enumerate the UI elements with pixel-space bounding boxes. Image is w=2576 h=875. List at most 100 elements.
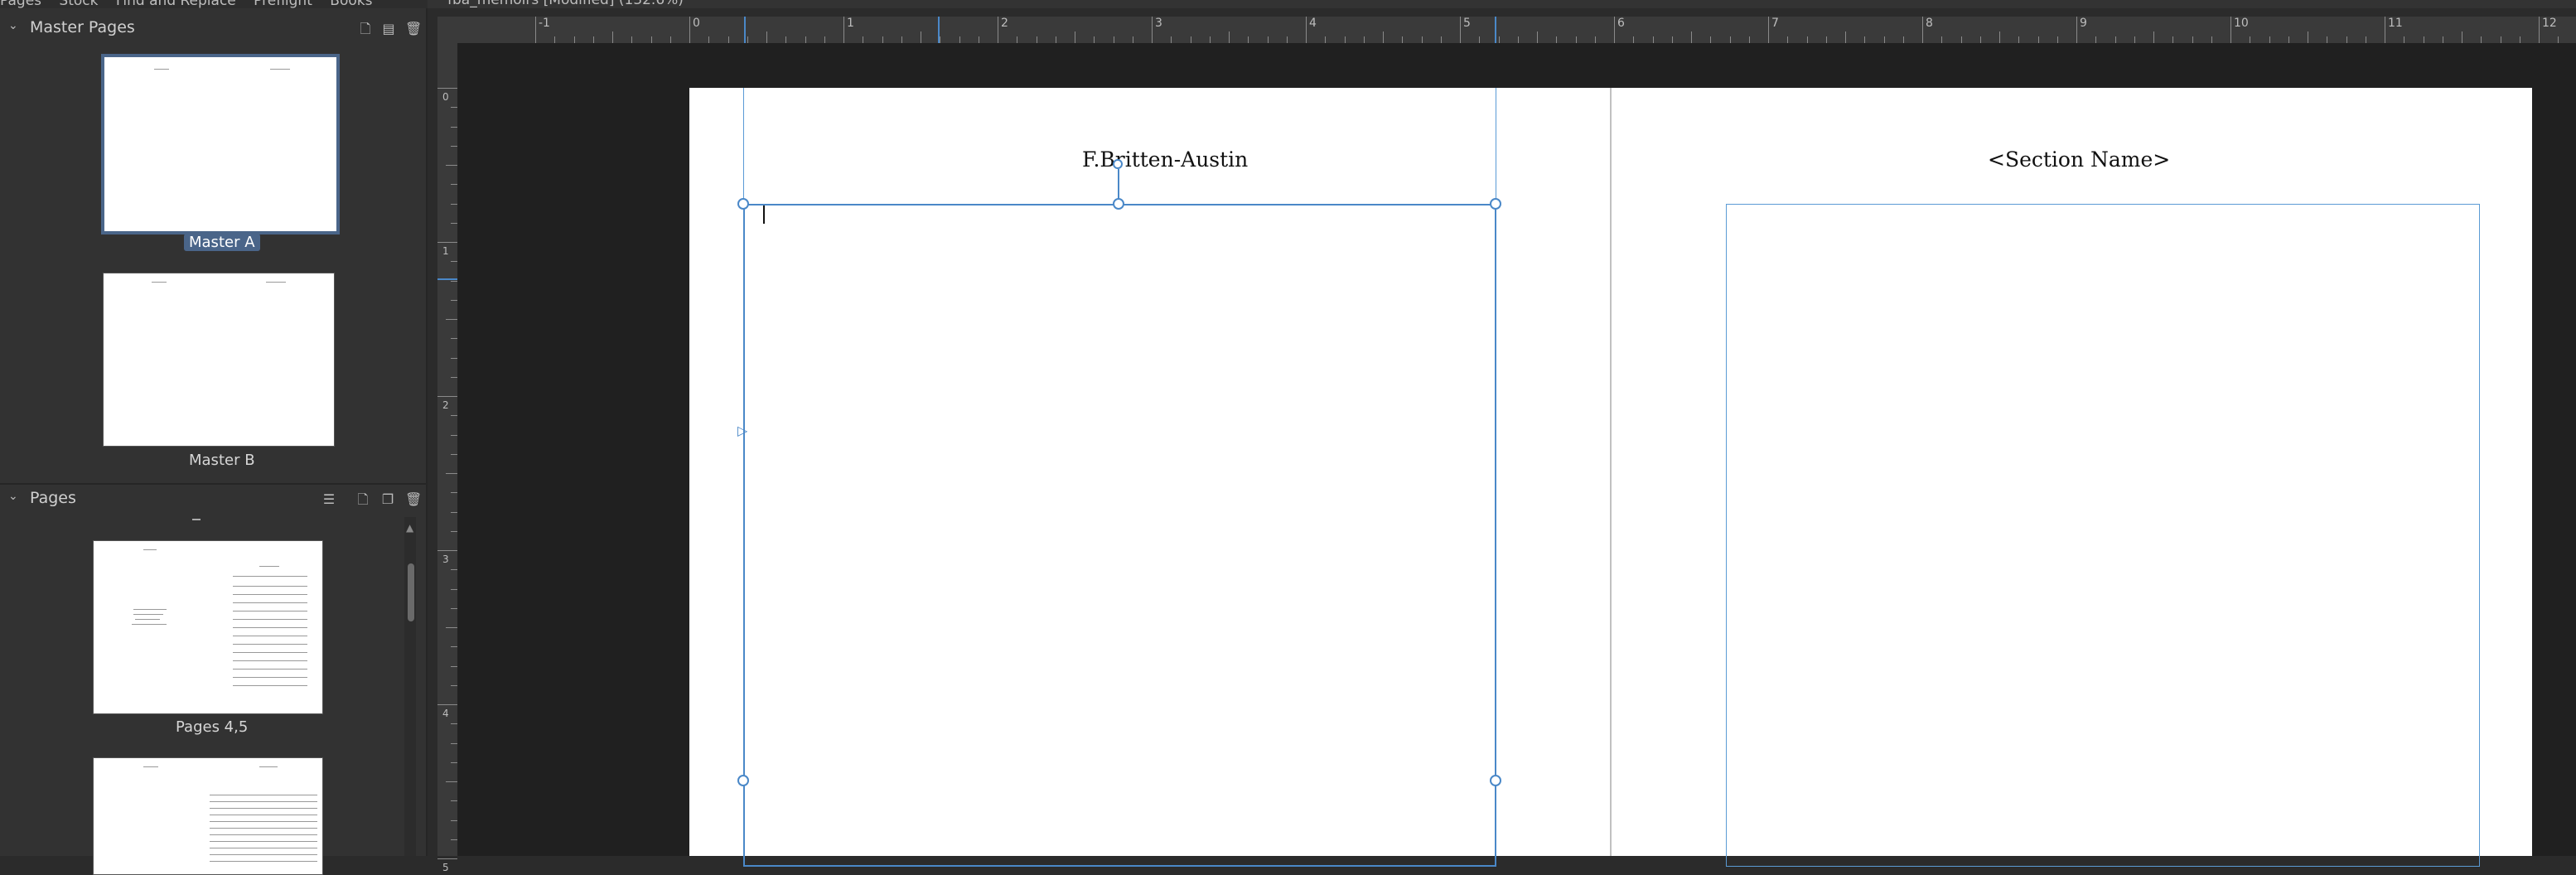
pages-4-5-label[interactable]: Pages 4,5 (176, 718, 248, 736)
ruler-label: 5 (442, 862, 449, 873)
ruler-minor-tick (451, 646, 457, 648)
ruler-label: 2 (442, 399, 449, 411)
ruler-minor-tick (446, 627, 457, 628)
master-a-thumbnail[interactable] (101, 54, 340, 234)
duplicate-master-icon[interactable]: ▤ (381, 20, 396, 38)
ruler-major-tick (1922, 17, 1923, 43)
document-canvas[interactable]: F.Britten-Austin <Section Name> ▷ (458, 43, 2576, 867)
ruler-minor-tick (2153, 31, 2154, 43)
ruler-minor-tick (451, 453, 457, 455)
ruler-minor-tick (2481, 36, 2482, 43)
insert-pages-icon[interactable]: ☰ (321, 491, 336, 509)
text-flow-arrow-icon[interactable]: ▷ (737, 423, 747, 438)
tab-pages[interactable]: Pages (0, 0, 41, 8)
resize-handle[interactable] (1113, 198, 1124, 210)
ruler-minor-tick (1402, 36, 1404, 43)
panel-tabs: Pages Stock Find and Replace Preflight B… (0, 0, 428, 8)
ruler-major-tick (2230, 17, 2231, 43)
ruler-minor-tick (2558, 36, 2559, 43)
ruler-minor-tick (2288, 36, 2289, 43)
ruler-major-tick (437, 550, 457, 551)
ruler-label: 8 (1926, 17, 1933, 30)
resize-handle[interactable] (1490, 198, 1501, 210)
right-text-frame[interactable] (1726, 204, 2480, 867)
vertical-ruler[interactable]: 0 1 2 3 4 5 (437, 43, 458, 873)
ruler-minor-tick (747, 36, 748, 43)
tab-books[interactable]: Books (330, 0, 372, 8)
ruler-minor-tick (1421, 36, 1423, 43)
master-a-label[interactable]: Master A (184, 234, 260, 251)
ruler-label: 1 (442, 245, 449, 257)
chevron-down-icon[interactable]: ⌄ (8, 19, 18, 32)
ruler-minor-tick (1498, 36, 1500, 43)
right-page-header[interactable]: <Section Name> (1988, 147, 2170, 172)
ruler-major-tick (437, 396, 457, 397)
resize-handle[interactable] (737, 775, 749, 786)
ruler-minor-tick (451, 376, 457, 378)
ruler-minor-tick (1864, 36, 1866, 43)
ruler-major-tick (437, 858, 457, 859)
scroll-up-icon[interactable]: ▲ (406, 522, 413, 534)
tab-stock[interactable]: Stock (59, 0, 98, 8)
ruler-minor-tick (1094, 36, 1095, 43)
tab-find-replace[interactable]: Find and Replace (116, 0, 236, 8)
horizontal-ruler[interactable]: -1 0 1 2 3 4 5 6 7 8 9 10 11 12 (437, 17, 2576, 44)
ruler-major-tick (689, 17, 690, 43)
master-b-thumbnail[interactable] (103, 273, 335, 447)
ruler-minor-tick (2346, 36, 2347, 43)
ruler-minor-tick (1729, 36, 1731, 43)
pages-4-5-thumbnail[interactable] (93, 540, 323, 714)
ruler-major-tick (1768, 17, 1769, 43)
ruler-label: 4 (1309, 17, 1317, 30)
ruler-minor-tick (451, 723, 457, 725)
ruler-minor-tick (631, 36, 633, 43)
chevron-down-icon[interactable]: ⌄ (8, 490, 18, 503)
left-page-header[interactable]: F.Britten-Austin (1082, 147, 1248, 172)
ruler-minor-tick (2095, 36, 2097, 43)
ruler-minor-tick (451, 280, 457, 282)
ruler-minor-tick (2211, 36, 2212, 43)
resize-handle[interactable] (737, 198, 749, 210)
add-master-icon[interactable]: 🗋 (358, 20, 373, 38)
rotate-handle[interactable] (1113, 159, 1123, 169)
ruler-label: 7 (1771, 17, 1779, 30)
ruler-minor-tick (1479, 36, 1481, 43)
ruler-major-tick (2539, 17, 2540, 43)
add-page-icon[interactable]: 🗋 (355, 491, 370, 509)
ruler-selection-marker (1495, 17, 1496, 43)
ruler-minor-tick (727, 36, 729, 43)
ruler-minor-tick (2192, 36, 2193, 43)
ruler-minor-tick (1902, 36, 1904, 43)
ruler-minor-tick (1537, 31, 1538, 43)
ruler-minor-tick (451, 569, 457, 571)
ruler-minor-tick (451, 434, 457, 436)
ruler-minor-tick (1325, 36, 1327, 43)
ruler-minor-tick (1748, 36, 1750, 43)
panel-divider (0, 483, 426, 485)
resize-handle[interactable] (1490, 775, 1501, 786)
ruler-minor-tick (901, 36, 902, 43)
delete-master-icon[interactable]: 🗑 (405, 20, 422, 38)
ruler-minor-tick (2018, 36, 2020, 43)
ruler-minor-tick (824, 36, 825, 43)
duplicate-page-icon[interactable]: ❐ (380, 491, 395, 509)
document-tab-title[interactable]: fba_memoirs [Modified] (132.6%) (447, 0, 684, 8)
text-cursor (763, 205, 765, 224)
selected-text-frame[interactable] (743, 204, 1496, 867)
tab-preflight[interactable]: Preflight (254, 0, 312, 8)
ruler-label: 11 (2388, 17, 2403, 30)
delete-page-icon[interactable]: 🗑 (405, 491, 422, 509)
ruler-minor-tick (451, 530, 457, 532)
pages-title: Pages (30, 489, 76, 507)
ruler-minor-tick (451, 203, 457, 205)
ruler-minor-tick (451, 222, 457, 224)
pages-6-7-thumbnail[interactable] (93, 757, 323, 875)
ruler-minor-tick (451, 357, 457, 359)
pages-scroll-thumb[interactable] (408, 563, 414, 621)
ruler-minor-tick (1671, 36, 1673, 43)
ruler-minor-tick (554, 36, 556, 43)
ruler-label: 6 (1617, 17, 1625, 30)
ruler-major-tick (1614, 17, 1615, 43)
master-b-label[interactable]: Master B (189, 452, 255, 469)
ruler-minor-tick (1710, 36, 1712, 43)
